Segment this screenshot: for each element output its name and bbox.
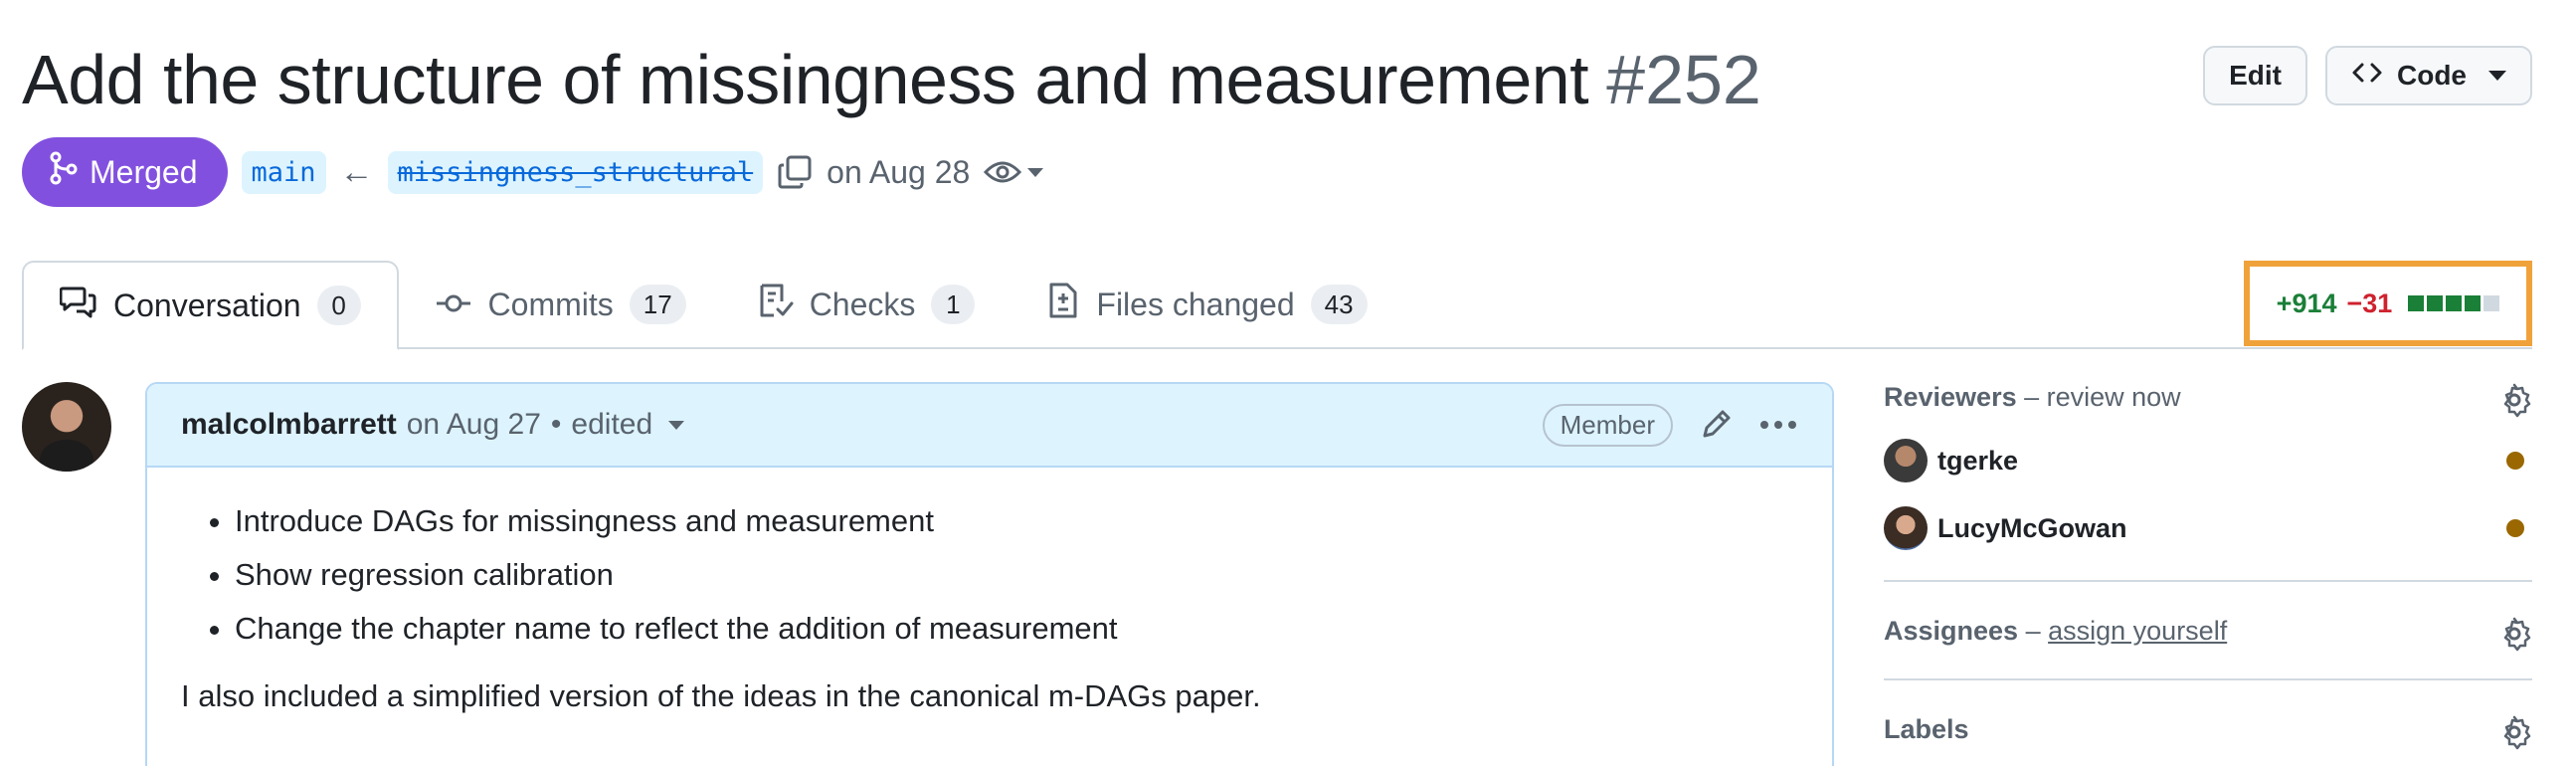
comment-paragraph: I also included a simplified version of … <box>181 678 1261 713</box>
comment-date[interactable]: on Aug 27 <box>407 408 541 442</box>
file-diff-icon <box>1046 282 1080 327</box>
diffstat-deletions: −31 <box>2346 287 2393 318</box>
assign-yourself-link[interactable]: assign yourself <box>2048 616 2227 646</box>
pr-meta-row: Merged main ← missingness_structural on … <box>22 137 1044 207</box>
diffstat[interactable]: +914 −31 <box>2244 261 2532 346</box>
comment-header: malcolmbarrett on Aug 27 • edited Member <box>147 384 1832 468</box>
labels-heading: Labels <box>1884 714 1969 744</box>
sidebar-divider <box>1884 580 2532 582</box>
reviewers-section: Reviewers – review now tgerke LucyMcGowa… <box>1884 382 2532 550</box>
comment-discussion-icon <box>59 285 97 326</box>
reviewer-item[interactable]: tgerke <box>1884 439 2532 482</box>
member-badge: Member <box>1542 403 1673 447</box>
reviewer-name: tgerke <box>1937 445 2019 476</box>
chevron-down-icon <box>1027 167 1044 177</box>
state-label: Merged <box>90 153 198 190</box>
kebab-horizontal-icon[interactable] <box>1758 419 1798 431</box>
diffstat-block <box>2408 295 2425 311</box>
head-branch[interactable]: missingness_structural <box>387 150 764 194</box>
comment-body: Introduce DAGs for missingness and measu… <box>147 468 1832 750</box>
diffstat-block <box>2484 295 2500 311</box>
assignees-section: Assignees – assign yourself <box>1884 616 2532 652</box>
commit-icon <box>435 287 472 323</box>
review-status-dot <box>2506 452 2524 470</box>
pr-title: Add the structure of missingness and mea… <box>22 41 1589 118</box>
gear-icon[interactable] <box>2496 382 2532 423</box>
git-merge-icon <box>48 151 78 193</box>
tab-counter: 0 <box>316 286 361 325</box>
tab-counter: 43 <box>1310 285 1368 324</box>
avatar[interactable] <box>22 382 111 472</box>
tab-conversation[interactable]: Conversation 0 <box>22 261 399 350</box>
diffstat-additions: +914 <box>2276 287 2337 318</box>
merged-date: on Aug 28 <box>827 153 971 190</box>
diffstat-block <box>2465 295 2482 311</box>
tab-label: Checks <box>809 286 916 322</box>
tab-counter: 17 <box>629 285 686 324</box>
arrow-left-icon: ← <box>339 152 374 191</box>
edit-button-label: Edit <box>2229 60 2282 91</box>
tab-counter: 1 <box>931 285 976 324</box>
reviewers-title: Reviewers <box>1884 382 2017 412</box>
comment-author[interactable]: malcolmbarrett <box>181 408 397 442</box>
tab-label: Conversation <box>113 287 301 323</box>
review-status-dot <box>2506 519 2524 537</box>
assignees-title: Assignees <box>1884 616 2019 646</box>
review-now-text[interactable]: – review now <box>2017 382 2181 412</box>
reviewers-heading: Reviewers – review now <box>1884 382 2532 413</box>
tab-checks[interactable]: Checks 1 <box>722 261 1012 348</box>
base-branch[interactable]: main <box>241 150 326 194</box>
assignees-heading: Assignees – assign yourself <box>1884 616 2532 647</box>
gear-icon[interactable] <box>2496 616 2532 657</box>
chevron-down-icon[interactable] <box>668 420 685 430</box>
checklist-icon <box>758 282 794 327</box>
tab-label: Files changed <box>1096 286 1295 322</box>
pr-tabs: Conversation 0 Commits 17 Checks 1 Files… <box>22 261 2576 350</box>
code-icon <box>2351 60 2383 92</box>
pr-title-row: Add the structure of missingness and mea… <box>22 34 1761 125</box>
bullet-list: Introduce DAGs for missingness and measu… <box>235 503 1798 647</box>
chevron-down-icon <box>2488 71 2506 81</box>
labels-section: Labels <box>1884 714 2532 750</box>
diffstat-block <box>2446 295 2463 311</box>
separator-dot: • <box>550 408 562 441</box>
reviewer-item[interactable]: LucyMcGowan <box>1884 506 2532 550</box>
edit-button[interactable]: Edit <box>2203 46 2307 105</box>
avatar <box>1884 439 1928 482</box>
diffstat-blocks <box>2408 295 2500 311</box>
sidebar-divider <box>1884 678 2532 680</box>
pr-number: #252 <box>1606 41 1761 118</box>
code-button-label: Code <box>2397 60 2467 91</box>
gear-icon[interactable] <box>2496 714 2532 755</box>
pr-description-comment: malcolmbarrett on Aug 27 • edited Member… <box>145 382 1834 766</box>
edited-label[interactable]: edited <box>571 408 652 442</box>
list-item: Change the chapter name to reflect the a… <box>235 611 1798 647</box>
pencil-icon[interactable] <box>1699 408 1733 442</box>
code-button[interactable]: Code <box>2325 46 2532 105</box>
reviewer-name: LucyMcGowan <box>1937 512 2127 543</box>
merged-state-badge: Merged <box>22 137 228 207</box>
tab-label: Commits <box>487 286 614 322</box>
sidebar: Reviewers – review now tgerke LucyMcGowa… <box>1884 382 2532 750</box>
copy-icon[interactable] <box>777 154 813 190</box>
list-item: Show regression calibration <box>235 557 1798 593</box>
watch-eye-icon[interactable] <box>984 158 1044 186</box>
diffstat-block <box>2427 295 2444 311</box>
tab-files-changed[interactable]: Files changed 43 <box>1011 261 1402 348</box>
tab-commits[interactable]: Commits 17 <box>399 261 722 348</box>
list-item: Introduce DAGs for missingness and measu… <box>235 503 1798 539</box>
assignees-dash: – <box>2018 616 2049 646</box>
avatar <box>1884 506 1928 550</box>
header-actions: Edit Code <box>2203 46 2532 105</box>
